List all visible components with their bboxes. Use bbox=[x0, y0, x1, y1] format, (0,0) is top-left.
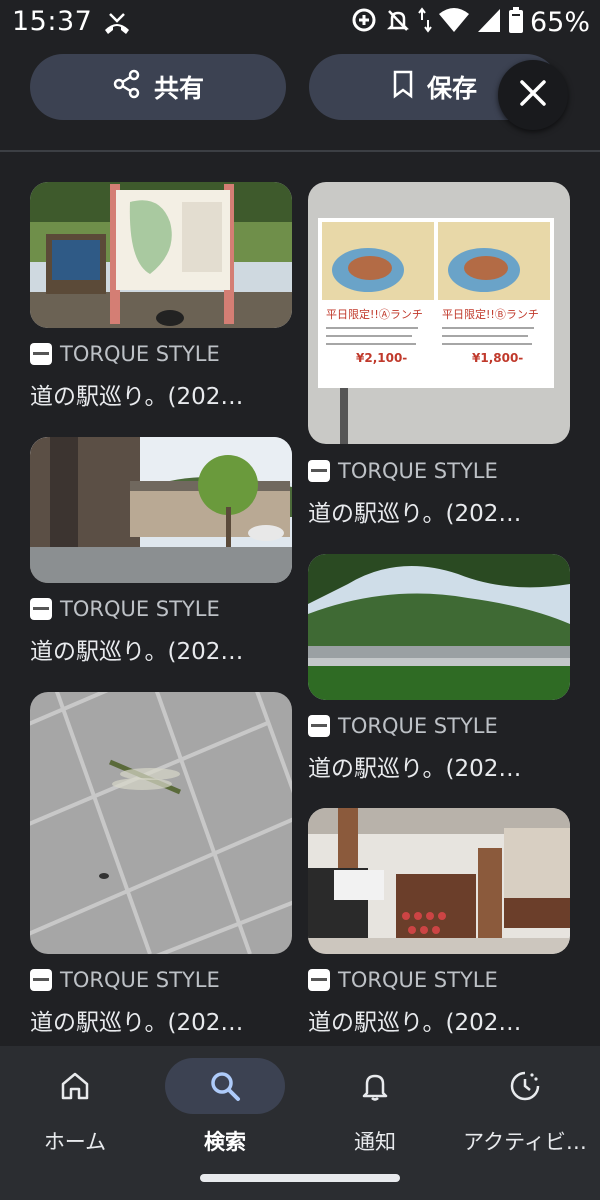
gesture-handle[interactable] bbox=[200, 1174, 400, 1182]
result-image-dragonfly[interactable] bbox=[30, 692, 292, 954]
nav-notifications-label: 通知 bbox=[354, 1130, 396, 1154]
home-icon bbox=[15, 1058, 135, 1114]
result-image-lunch-menu[interactable]: 平日限定!!Ⓐランチ 平日限定!!Ⓑランチ ¥2,100- ¥1,800- bbox=[308, 182, 570, 444]
share-icon bbox=[112, 69, 142, 105]
result-source: TORQUE STYLE bbox=[30, 597, 220, 621]
data-arrows-icon bbox=[418, 6, 432, 38]
result-title[interactable]: 道の駅巡り。(202… bbox=[308, 749, 570, 783]
result-source: TORQUE STYLE bbox=[308, 459, 498, 483]
nav-search-label: 検索 bbox=[204, 1130, 246, 1154]
missed-call-icon bbox=[102, 8, 132, 42]
result-source: TORQUE STYLE bbox=[30, 342, 220, 366]
divider bbox=[0, 150, 600, 152]
bell-icon bbox=[315, 1058, 435, 1114]
activity-clock-icon bbox=[465, 1058, 585, 1114]
result-source: TORQUE STYLE bbox=[308, 714, 498, 738]
site-favicon-icon bbox=[308, 460, 330, 482]
result-title[interactable]: 道の駅巡り。(202… bbox=[30, 1003, 292, 1037]
search-icon bbox=[165, 1058, 285, 1114]
result-source: TORQUE STYLE bbox=[30, 968, 220, 992]
menu-right-price: ¥1,800- bbox=[472, 351, 523, 365]
battery-percent: 65% bbox=[529, 6, 590, 38]
bookmark-icon bbox=[391, 69, 415, 105]
result-title[interactable]: 道の駅巡り。(202… bbox=[30, 377, 292, 411]
data-saver-icon bbox=[350, 6, 378, 38]
menu-left-header: 平日限定!!Ⓐランチ bbox=[326, 307, 423, 321]
share-label: 共有 bbox=[153, 74, 204, 103]
site-favicon-icon bbox=[30, 343, 52, 365]
site-favicon-icon bbox=[308, 969, 330, 991]
result-image-landscape[interactable] bbox=[308, 554, 570, 700]
result-title[interactable]: 道の駅巡り。(202… bbox=[308, 494, 570, 528]
nav-notifications[interactable]: 通知 bbox=[300, 1046, 450, 1176]
menu-right-header: 平日限定!!Ⓑランチ bbox=[442, 307, 539, 321]
nav-home[interactable]: ホーム bbox=[0, 1046, 150, 1176]
result-title[interactable]: 道の駅巡り。(202… bbox=[30, 632, 292, 666]
status-bar: 15:37 65% bbox=[0, 0, 600, 44]
wifi-icon bbox=[438, 6, 470, 38]
result-image-shop[interactable] bbox=[308, 808, 570, 954]
battery-icon bbox=[508, 6, 524, 38]
result-source: TORQUE STYLE bbox=[308, 968, 498, 992]
close-icon bbox=[519, 79, 547, 111]
save-label: 保存 bbox=[426, 74, 477, 103]
close-button[interactable] bbox=[498, 60, 568, 130]
site-favicon-icon bbox=[308, 715, 330, 737]
result-title[interactable]: 道の駅巡り。(202… bbox=[308, 1003, 570, 1037]
signal-icon bbox=[476, 6, 502, 38]
nav-search[interactable]: 検索 bbox=[150, 1046, 300, 1176]
site-favicon-icon bbox=[30, 969, 52, 991]
status-time: 15:37 bbox=[12, 6, 93, 37]
nav-activity[interactable]: アクティビ… bbox=[450, 1046, 600, 1176]
mute-bell-icon bbox=[384, 6, 412, 38]
nav-home-label: ホーム bbox=[43, 1130, 107, 1154]
share-button[interactable]: 共有 bbox=[30, 54, 286, 120]
menu-left-price: ¥2,100- bbox=[356, 351, 407, 365]
site-favicon-icon bbox=[30, 598, 52, 620]
result-image-signboard[interactable] bbox=[30, 182, 292, 328]
result-image-station[interactable] bbox=[30, 437, 292, 583]
nav-activity-label: アクティビ… bbox=[463, 1130, 587, 1154]
